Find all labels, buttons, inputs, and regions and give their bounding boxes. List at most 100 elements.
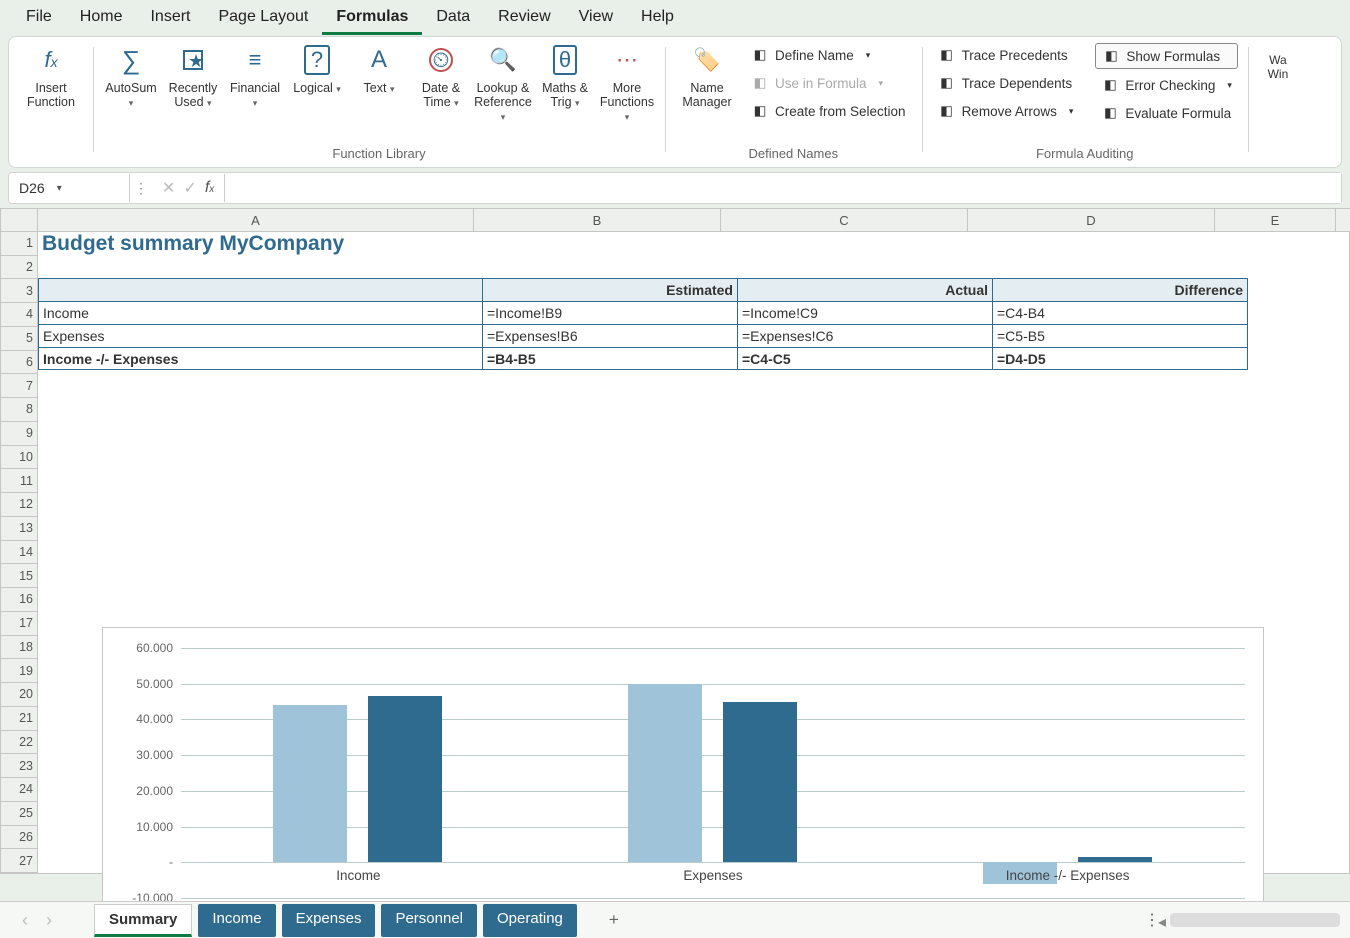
menu-view[interactable]: View [565, 2, 627, 35]
grid-body: ABCDE Budget summary MyCompanyEstimatedA… [38, 209, 1350, 873]
col-header[interactable]: B [474, 209, 721, 231]
row-header[interactable]: 20 [1, 683, 37, 707]
sheet-tab-operating[interactable]: Operating [483, 904, 577, 937]
row-header[interactable]: 16 [1, 588, 37, 612]
trace-dependents-button[interactable]: ◧Trace Dependents [932, 71, 1080, 95]
table-cell[interactable]: =C5-B5 [992, 324, 1248, 347]
row-header[interactable]: 21 [1, 707, 37, 731]
select-all-corner[interactable] [1, 209, 37, 232]
menu-page-layout[interactable]: Page Layout [204, 2, 322, 35]
row-header[interactable]: 23 [1, 754, 37, 778]
name-box-dropdown-icon[interactable]: ▾ [57, 183, 62, 194]
enter-icon[interactable]: ✓ [183, 178, 196, 198]
row-header[interactable]: 19 [1, 659, 37, 683]
more-button[interactable]: ⋯More Functions ▾ [599, 43, 655, 124]
table-cell[interactable]: =D4-D5 [992, 347, 1248, 370]
row-header[interactable]: 8 [1, 398, 37, 422]
row-header[interactable]: 4 [1, 303, 37, 327]
chart-y-tick: 10.000 [123, 820, 173, 834]
financial-button[interactable]: ≡Financial ▾ [227, 43, 283, 110]
table-cell[interactable]: =Income!B9 [482, 301, 737, 324]
remove-arrows-button[interactable]: ◧Remove Arrows ▾ [932, 99, 1080, 123]
col-header[interactable]: D [968, 209, 1215, 231]
row-header[interactable]: 14 [1, 541, 37, 565]
maths-button[interactable]: θMaths & Trig ▾ [537, 43, 593, 110]
datetime-button[interactable]: ⏲Date & Time ▾ [413, 43, 469, 110]
show-formulas-icon: ◧ [1102, 47, 1120, 65]
row-header[interactable]: 6 [1, 351, 37, 375]
menu-data[interactable]: Data [422, 2, 484, 35]
spreadsheet-grid[interactable]: 1234567891011121314151617181920212223242… [0, 208, 1350, 874]
trace-precedents-button[interactable]: ◧Trace Precedents [932, 43, 1080, 67]
chart[interactable]: -10.000-10.00020.00030.00040.00050.00060… [102, 627, 1264, 938]
create-from-selection-button[interactable]: ◧Create from Selection [745, 99, 912, 123]
row-header[interactable]: 9 [1, 422, 37, 446]
table-cell[interactable]: =C4-C5 [737, 347, 992, 370]
logical-button[interactable]: ?Logical ▾ [289, 43, 345, 96]
table-cell[interactable]: =Expenses!B6 [482, 324, 737, 347]
menu-review[interactable]: Review [484, 2, 564, 35]
error-checking-button[interactable]: ◧Error Checking ▾ [1095, 73, 1238, 97]
col-header[interactable]: C [721, 209, 968, 231]
define-name-button[interactable]: ◧Define Name ▾ [745, 43, 912, 67]
row-header[interactable]: 15 [1, 564, 37, 588]
name-box[interactable]: D26 ▾ [9, 174, 130, 202]
menu-file[interactable]: File [12, 2, 66, 35]
horizontal-scrollbar[interactable]: ◂ [1170, 913, 1340, 927]
show-formulas-button[interactable]: ◧Show Formulas [1095, 43, 1238, 69]
row-header[interactable]: 3 [1, 279, 37, 303]
menu-formulas[interactable]: Formulas [322, 2, 422, 35]
sheet-tab-expenses[interactable]: Expenses [282, 904, 376, 937]
row-header[interactable]: 17 [1, 612, 37, 636]
menu-help[interactable]: Help [627, 2, 688, 35]
chart-y-tick: 30.000 [123, 748, 173, 762]
row-header[interactable]: 12 [1, 493, 37, 517]
autosum-button[interactable]: ∑AutoSum ▾ [103, 43, 159, 110]
add-sheet-icon[interactable]: + [609, 910, 619, 930]
lookup-button[interactable]: 🔍Lookup & Reference ▾ [475, 43, 531, 124]
remove-arrows-icon: ◧ [938, 102, 956, 120]
name-manager-button[interactable]: 🏷️Name Manager [675, 43, 739, 109]
name-box-more-icon[interactable]: ⋮ [130, 180, 152, 197]
row-header[interactable]: 2 [1, 256, 37, 280]
table-cell[interactable]: =C4-B4 [992, 301, 1248, 324]
row-header[interactable]: 25 [1, 802, 37, 826]
column-headers: ABCDE [38, 209, 1350, 232]
insert-function-icon: fx [34, 43, 68, 77]
row-header[interactable]: 27 [1, 849, 37, 873]
menu-insert[interactable]: Insert [136, 2, 204, 35]
sheet-tab-personnel[interactable]: Personnel [381, 904, 477, 937]
sheet-tab-income[interactable]: Income [198, 904, 275, 937]
sheet-prev-icon[interactable]: ‹ [22, 910, 28, 931]
row-header[interactable]: 24 [1, 778, 37, 802]
table-cell[interactable]: =Expenses!C6 [737, 324, 992, 347]
formula-input[interactable] [225, 173, 1341, 203]
row-headers: 1234567891011121314151617181920212223242… [1, 209, 38, 873]
cancel-icon[interactable]: ✕ [162, 178, 175, 198]
sheet-tab-summary[interactable]: Summary [94, 904, 192, 937]
insert-function-button[interactable]: fxInsert Function [19, 43, 83, 109]
svg-text:★: ★ [188, 51, 204, 71]
row-header[interactable]: 26 [1, 826, 37, 850]
evaluate-formula-button[interactable]: ◧Evaluate Formula [1095, 101, 1238, 125]
sheet-next-icon[interactable]: › [46, 910, 52, 931]
row-header[interactable]: 18 [1, 636, 37, 660]
recently-used-button[interactable]: ★Recently Used ▾ [165, 43, 221, 110]
text-button[interactable]: AText ▾ [351, 43, 407, 96]
row-header[interactable]: 11 [1, 469, 37, 493]
row-header[interactable]: 7 [1, 374, 37, 398]
menu-home[interactable]: Home [66, 2, 137, 35]
row-header[interactable]: 10 [1, 446, 37, 470]
table-cell[interactable]: =Income!C9 [737, 301, 992, 324]
ribbon-overflow[interactable]: Wa Win [1268, 53, 1289, 81]
row-header[interactable]: 13 [1, 517, 37, 541]
table-cell[interactable]: =B4-B5 [482, 347, 737, 370]
error-checking-icon: ◧ [1101, 76, 1119, 94]
row-header[interactable]: 5 [1, 327, 37, 351]
fx-icon[interactable]: fx [205, 179, 214, 197]
row-header[interactable]: 22 [1, 731, 37, 755]
col-header[interactable]: E [1215, 209, 1336, 231]
row-header[interactable]: 1 [1, 232, 37, 256]
col-header[interactable]: A [38, 209, 474, 231]
chart-plot: -10.000-10.00020.00030.00040.00050.00060… [181, 648, 1245, 898]
